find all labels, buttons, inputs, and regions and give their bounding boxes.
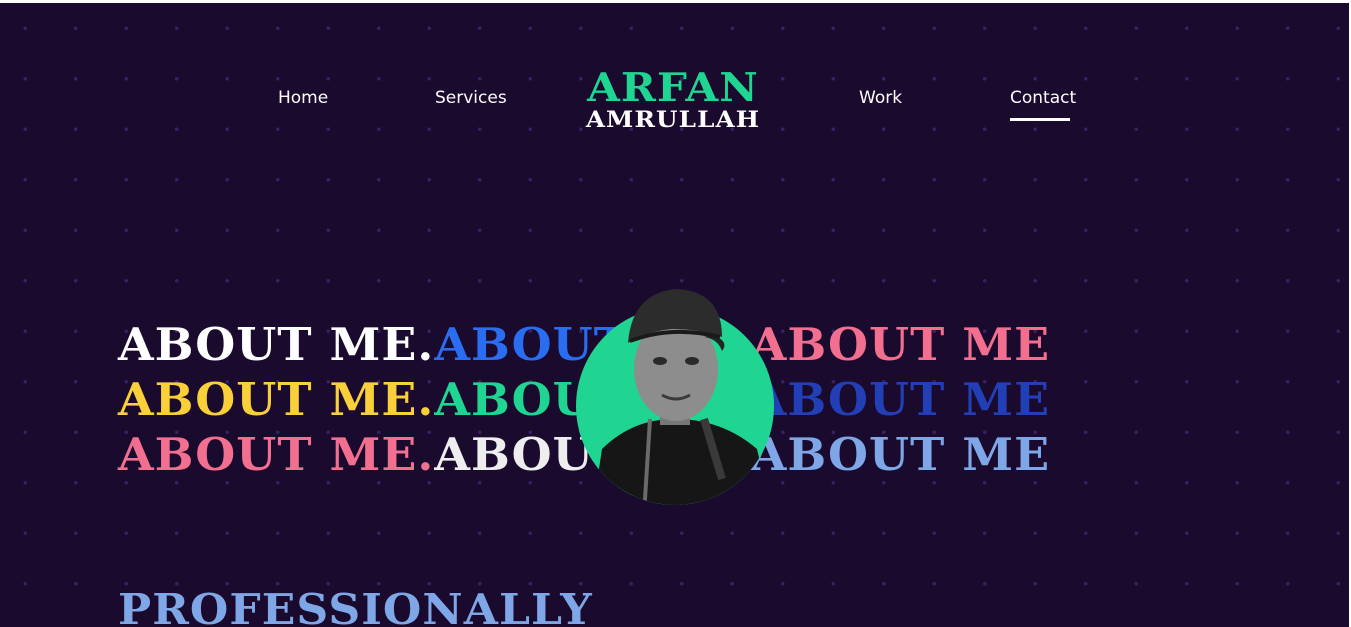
profile-portrait bbox=[572, 279, 782, 515]
nav-link-home[interactable]: Home bbox=[278, 88, 328, 108]
about-me-text: ABOUT ME bbox=[750, 428, 1051, 481]
site-logo[interactable]: ARFAN AMRULLAH bbox=[570, 69, 776, 133]
nav-active-underline bbox=[1010, 118, 1070, 121]
about-me-text: ABOUT ME. bbox=[118, 428, 435, 481]
nav-link-contact[interactable]: Contact bbox=[1010, 88, 1076, 108]
person-portrait-icon bbox=[592, 289, 772, 505]
page-background: Home Services ARFAN AMRULLAH Work Contac… bbox=[0, 3, 1349, 627]
about-me-text: ABOUT ME bbox=[750, 318, 1051, 371]
section-headline: PROFESSIONALLY bbox=[118, 585, 593, 627]
about-me-text: ABOUT ME. bbox=[118, 373, 435, 426]
logo-first-name: ARFAN bbox=[587, 65, 759, 111]
nav-link-services[interactable]: Services bbox=[435, 88, 507, 108]
about-me-text: ABOUT ME bbox=[750, 373, 1051, 426]
about-me-text: ABOUT ME. bbox=[118, 318, 435, 371]
logo-last-name: AMRULLAH bbox=[585, 107, 761, 133]
nav-link-work[interactable]: Work bbox=[859, 88, 902, 108]
